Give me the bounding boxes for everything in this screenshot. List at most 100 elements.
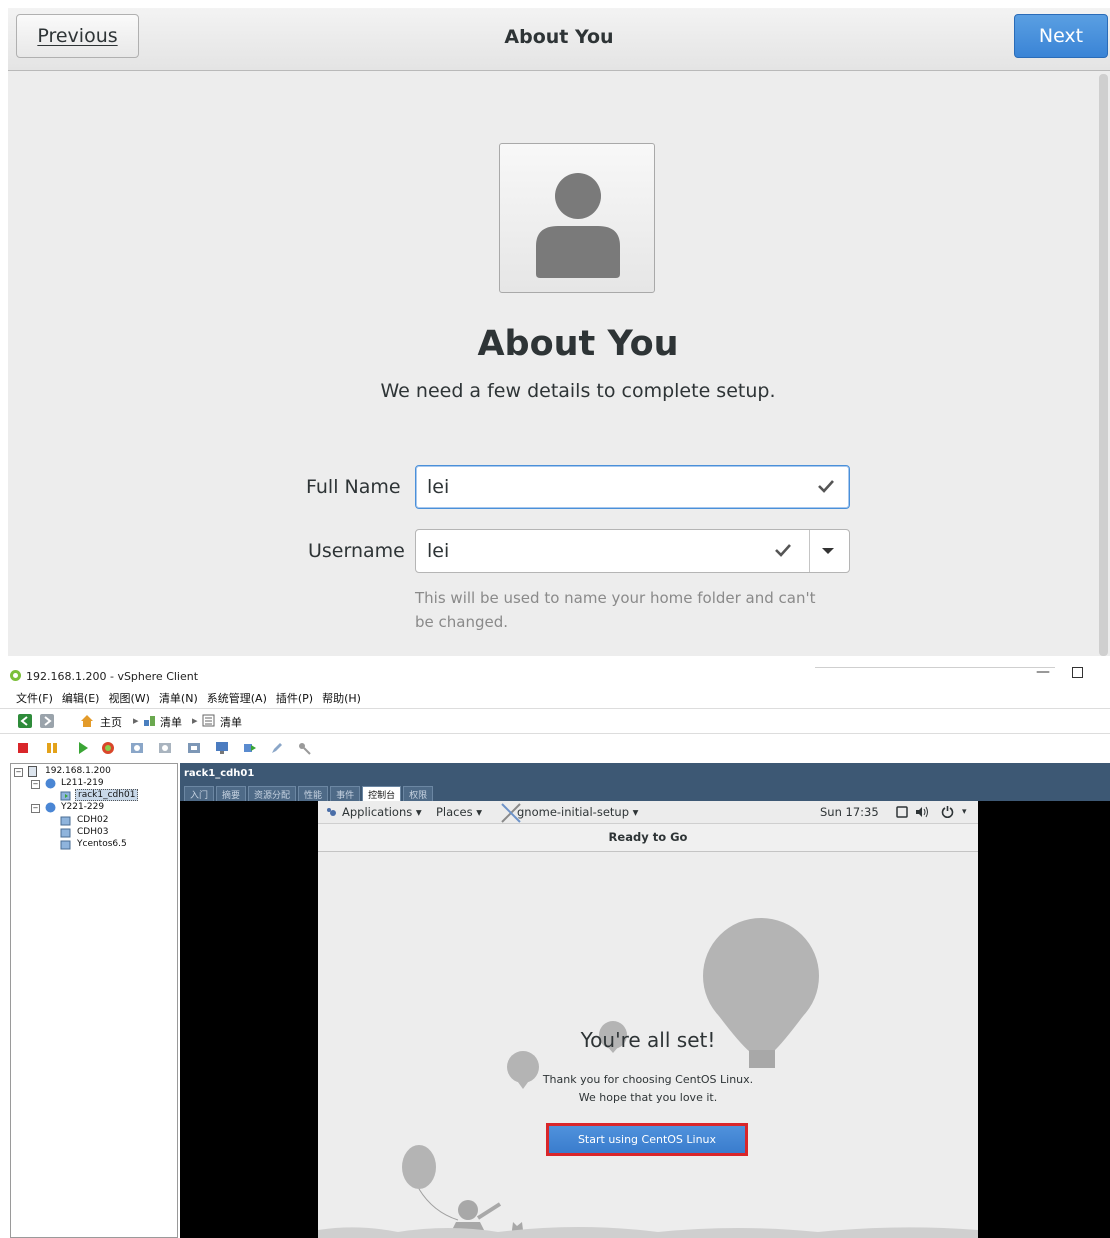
full-name-field[interactable]: lei	[415, 465, 850, 509]
volume-icon[interactable]	[915, 806, 929, 818]
gnome-screen: Applications ▾ Places ▾ gnome-initial-se…	[318, 801, 978, 1238]
vm-header: rack1_cdh01 入门 摘要 资源分配 性能 事件 控制台 权限	[180, 763, 1110, 802]
inventory-tree: − 192.168.1.200 − L211-219 rack1_cdh01 −…	[10, 763, 178, 1238]
tree-vm-cdh02[interactable]: CDH02	[77, 815, 108, 825]
tab-resource-allocation[interactable]: 资源分配	[248, 786, 297, 802]
gnome-top-bar: Applications ▾ Places ▾ gnome-initial-se…	[318, 801, 978, 824]
title-divider	[815, 667, 1055, 668]
gnome-foot-icon	[327, 808, 336, 816]
permissions-icon[interactable]	[297, 741, 311, 755]
host-icon	[28, 766, 37, 777]
vm-name: rack1_cdh01	[184, 768, 255, 779]
vm-icon	[60, 840, 71, 850]
tab-getting-started[interactable]: 入门	[184, 786, 215, 802]
thanks-line-1: Thank you for choosing CentOS Linux.	[542, 1073, 754, 1086]
migrate-icon[interactable]	[243, 741, 257, 755]
tree-vm-ycentos[interactable]: Ycentos6.5	[77, 839, 127, 849]
power-on-icon[interactable]	[76, 741, 90, 755]
system-menu-arrow-icon[interactable]: ▾	[962, 807, 967, 817]
forward-icon[interactable]	[40, 714, 54, 728]
minimize-button[interactable]: —	[1036, 664, 1050, 680]
tab-permissions[interactable]: 权限	[403, 786, 434, 802]
username-label: Username	[308, 540, 405, 562]
dropdown-arrow-icon[interactable]	[821, 547, 835, 555]
tab-summary[interactable]: 摘要	[216, 786, 247, 802]
breadcrumb-inventory[interactable]: 清单	[160, 714, 182, 730]
power-off-icon[interactable]	[18, 743, 28, 753]
vm-icon	[60, 816, 71, 826]
menu-edit[interactable]: 编辑(E)	[62, 690, 100, 710]
tab-performance[interactable]: 性能	[298, 786, 329, 802]
console-icon[interactable]	[215, 741, 229, 755]
header-title: About You	[504, 26, 614, 48]
tree-root[interactable]: 192.168.1.200	[45, 766, 111, 776]
page-subtitle: We need a few details to complete setup.	[380, 380, 776, 402]
menu-plugins[interactable]: 插件(P)	[276, 690, 313, 710]
app-menu[interactable]: gnome-initial-setup ▾	[517, 805, 638, 819]
vm-icon	[60, 828, 71, 838]
thanks-line-2: We hope that you love it.	[578, 1091, 718, 1104]
suspend-icon[interactable]	[45, 741, 59, 755]
done-title: You're all set!	[580, 1028, 716, 1052]
snapshot-icon[interactable]	[130, 741, 144, 755]
collapse-icon[interactable]: −	[14, 768, 23, 777]
places-menu[interactable]: Places ▾	[436, 805, 482, 819]
reset-icon[interactable]	[101, 741, 115, 755]
setup-header: Ready to Go	[318, 824, 978, 852]
toolbar	[0, 734, 1110, 762]
page-title: About You	[477, 324, 679, 364]
restore-button[interactable]	[1072, 667, 1083, 678]
headerbar: Previous About You Next	[8, 8, 1110, 71]
next-button[interactable]: Next	[1014, 14, 1108, 58]
vm-panel: rack1_cdh01 入门 摘要 资源分配 性能 事件 控制台 权限 Appl…	[180, 763, 1110, 1238]
combo-divider	[809, 530, 810, 572]
window-title: 192.168.1.200 - vSphere Client	[26, 670, 199, 683]
power-icon[interactable]	[941, 805, 954, 818]
navigation-bar: 主页 ▸ 清单 ▸ 清单	[0, 708, 1110, 734]
resource-pool-icon	[45, 802, 56, 813]
tab-events[interactable]: 事件	[330, 786, 361, 802]
breadcrumb-separator-icon: ▸	[133, 714, 139, 727]
menu-bar: 文件(F) 编辑(E) 视图(W) 清单(N) 系统管理(A) 插件(P) 帮助…	[16, 690, 361, 710]
gnome-about-you-window: Previous About You Next About You We nee…	[8, 8, 1110, 656]
breadcrumb-list[interactable]: 清单	[220, 714, 242, 730]
edit-settings-icon[interactable]	[270, 741, 284, 755]
start-using-button[interactable]: Start using CentOS Linux	[546, 1123, 748, 1156]
menu-help[interactable]: 帮助(H)	[322, 690, 361, 710]
home-icon[interactable]	[80, 714, 94, 728]
clock[interactable]: Sun 17:35	[820, 805, 879, 819]
menu-inventory[interactable]: 清单(N)	[159, 690, 198, 710]
vsphere-logo-icon	[10, 670, 21, 681]
snapshot-manager-icon[interactable]	[187, 741, 201, 755]
menu-view[interactable]: 视图(W)	[108, 690, 149, 710]
username-combo[interactable]: lei	[415, 529, 850, 573]
vm-console[interactable]: Applications ▾ Places ▾ gnome-initial-se…	[180, 801, 1110, 1238]
avatar-button[interactable]	[499, 143, 655, 293]
collapse-icon[interactable]: −	[31, 804, 40, 813]
display-icon	[896, 806, 908, 818]
tree-vm-rack1-cdh01[interactable]: rack1_cdh01	[75, 789, 139, 801]
menu-file[interactable]: 文件(F)	[16, 690, 53, 710]
resource-pool-icon	[45, 778, 56, 789]
tree-group-y221[interactable]: Y221-229	[61, 802, 104, 812]
applications-menu[interactable]: Applications ▾	[342, 805, 422, 819]
check-icon	[775, 544, 791, 557]
title-bar: 192.168.1.200 - vSphere Client —	[0, 660, 1110, 690]
check-icon	[818, 480, 834, 493]
setup-header-title: Ready to Go	[608, 830, 688, 844]
next-label: Next	[1038, 25, 1084, 47]
tab-console[interactable]: 控制台	[362, 786, 402, 802]
vm-running-icon	[60, 791, 71, 801]
tree-vm-cdh03[interactable]: CDH03	[77, 827, 108, 837]
start-using-label: Start using CentOS Linux	[549, 1126, 745, 1153]
breadcrumb-home[interactable]: 主页	[100, 714, 122, 730]
tree-group-l211[interactable]: L211-219	[61, 778, 104, 788]
username-hint: This will be used to name your home fold…	[415, 589, 816, 631]
back-icon[interactable]	[18, 714, 32, 728]
user-avatar-icon	[536, 173, 620, 278]
collapse-icon[interactable]: −	[31, 780, 40, 789]
vm-tabs: 入门 摘要 资源分配 性能 事件 控制台 权限	[184, 786, 434, 802]
scrollbar[interactable]	[1099, 74, 1108, 656]
menu-admin[interactable]: 系统管理(A)	[207, 690, 267, 710]
revert-snapshot-icon[interactable]	[158, 741, 172, 755]
